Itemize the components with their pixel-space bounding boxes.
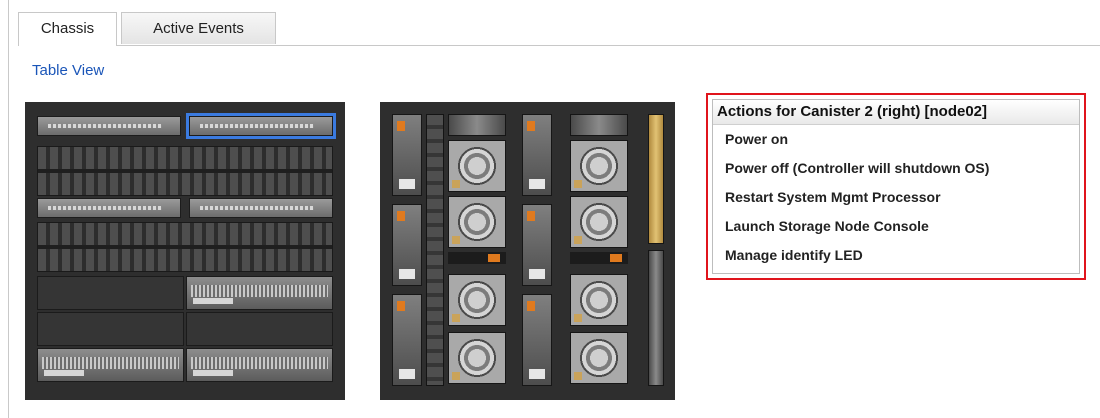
io-module[interactable]: [522, 294, 552, 386]
table-view-link[interactable]: Table View: [32, 62, 104, 79]
status-strip: [448, 252, 506, 264]
chassis-front-view: [25, 102, 345, 400]
drive-bay-upper[interactable]: [37, 146, 333, 196]
fan-module[interactable]: [448, 196, 506, 248]
menu-item-power-on[interactable]: Power on: [713, 125, 1079, 154]
io-module[interactable]: [392, 294, 422, 386]
ssd-row-middle: [37, 198, 333, 218]
io-module[interactable]: [392, 204, 422, 286]
chassis-rear-view: [380, 102, 675, 400]
fan-module[interactable]: [570, 196, 628, 248]
storage-node[interactable]: [37, 348, 184, 382]
empty-slot[interactable]: [186, 312, 333, 346]
actions-menu: Actions for Canister 2 (right) [node02] …: [712, 99, 1080, 274]
mgmt-module[interactable]: [648, 250, 664, 386]
io-module[interactable]: [392, 114, 422, 196]
psu-top[interactable]: [570, 114, 628, 136]
fan-module[interactable]: [570, 140, 628, 192]
ssd-middle-left[interactable]: [37, 198, 181, 218]
rear-mgmt-column: [648, 114, 664, 388]
switch-module[interactable]: [426, 114, 444, 386]
actions-menu-title: Actions for Canister 2 (right) [node02]: [713, 100, 1079, 125]
rear-fan-column-2: [570, 114, 628, 388]
ssd-row-top: [37, 113, 336, 139]
rear-io-column-1: [392, 114, 422, 388]
mgmt-module-gold[interactable]: [648, 114, 664, 244]
tab-active-events[interactable]: Active Events: [121, 12, 276, 44]
fan-module[interactable]: [448, 274, 506, 326]
psu-top[interactable]: [448, 114, 506, 136]
rear-switch-column-1: [426, 114, 444, 388]
empty-slot[interactable]: [37, 312, 184, 346]
ssd-middle-right[interactable]: [189, 198, 333, 218]
menu-item-restart-mgmt-processor[interactable]: Restart System Mgmt Processor: [713, 183, 1079, 212]
menu-item-power-off[interactable]: Power off (Controller will shutdown OS): [713, 154, 1079, 183]
storage-node[interactable]: [186, 348, 333, 382]
io-module[interactable]: [522, 114, 552, 196]
empty-slot[interactable]: [37, 276, 184, 310]
fan-module[interactable]: [570, 332, 628, 384]
tab-chassis[interactable]: Chassis: [18, 12, 117, 46]
storage-node[interactable]: [186, 276, 333, 310]
io-module[interactable]: [522, 204, 552, 286]
fan-module[interactable]: [448, 332, 506, 384]
menu-item-launch-console[interactable]: Launch Storage Node Console: [713, 212, 1079, 241]
rear-io-column-2: [522, 114, 552, 388]
actions-highlight-box: Actions for Canister 2 (right) [node02] …: [706, 93, 1086, 280]
fan-module[interactable]: [570, 274, 628, 326]
canister-2-right-selected[interactable]: [186, 113, 336, 139]
fan-module[interactable]: [448, 140, 506, 192]
menu-item-manage-led[interactable]: Manage identify LED: [713, 241, 1079, 270]
drive-bay-lower[interactable]: [37, 222, 333, 272]
rear-fan-column-1: [448, 114, 506, 388]
storage-node-grid: [37, 276, 333, 382]
status-strip: [570, 252, 628, 264]
canister-1-left[interactable]: [37, 116, 181, 136]
tab-underline: [18, 45, 1100, 46]
